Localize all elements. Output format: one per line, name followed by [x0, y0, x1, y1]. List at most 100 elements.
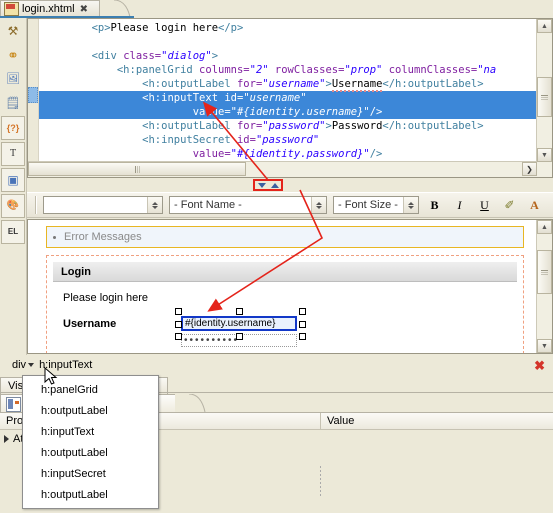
code-line-6[interactable]: <h:inputText id="username" [39, 91, 536, 105]
menu-item-outputlabel-2[interactable]: h:outputLabel [23, 442, 158, 463]
bold-button[interactable]: B [425, 196, 444, 215]
xhtml-file-icon [4, 2, 19, 16]
link-chain-icon[interactable]: ⚭ [2, 44, 24, 66]
visual-scroll-up-icon[interactable]: ▲ [537, 220, 552, 234]
font-name-value: - Font Name - [174, 199, 242, 211]
breadcrumb-item-div[interactable]: div [12, 359, 35, 371]
code-line-4[interactable]: <h:panelGrid columns="2" rowClasses="pro… [39, 63, 536, 77]
resize-handle-w[interactable] [175, 321, 182, 328]
close-editor-icon[interactable]: ✖ [534, 358, 545, 374]
source-hscroll-thumb[interactable] [28, 162, 246, 176]
highlight-color-button[interactable]: ✐ [500, 196, 519, 215]
intro-paragraph: Please login here [63, 292, 149, 304]
code-line-5[interactable]: <h:outputLabel for="username">Username</… [39, 77, 536, 92]
code-line-10[interactable]: value="#{identity.password}"/> [39, 147, 536, 161]
login-panel-title: Login [61, 265, 91, 278]
code-line-2[interactable] [39, 35, 536, 49]
resize-handle-n[interactable] [236, 308, 243, 315]
insert-form-icon[interactable]: 🗒 [2, 92, 24, 114]
tab-curve-decoration [100, 0, 134, 17]
username-field-wrapper[interactable]: #{identity.username} [175, 308, 306, 340]
selection-gutter-marker [28, 87, 38, 103]
bullet-icon [53, 235, 56, 239]
visual-editor-pane[interactable]: Error Messages Login Please login here U… [27, 219, 553, 354]
toolbar-divider [35, 196, 37, 214]
underline-button[interactable]: U [475, 196, 494, 215]
menu-item-outputlabel-1[interactable]: h:outputLabel [23, 400, 158, 421]
resize-handle-s[interactable] [236, 333, 243, 340]
visual-editor-left-toolbar: ⚒ ⚭ 🖼 🗒 {?} T ▣ 🎨 EL [0, 18, 27, 355]
expand-triangle-icon[interactable] [4, 434, 9, 443]
resize-handle-e[interactable] [299, 321, 306, 328]
insert-panel-glyph: ▣ [7, 173, 19, 187]
resize-handle-ne[interactable] [299, 308, 306, 315]
dialog-div[interactable]: Login Please login here Username #{ident… [46, 255, 524, 353]
insert-el-glyph: EL [7, 227, 19, 236]
source-code-area[interactable]: <p>Please login here</p> <div class="dia… [39, 19, 536, 161]
login-form-body: Please login here Username #{identity.us… [53, 282, 517, 347]
source-editor-pane[interactable]: <p>Please login here</p> <div class="dia… [27, 18, 553, 178]
scroll-up-icon[interactable]: ▲ [537, 19, 552, 33]
visual-vertical-scrollbar[interactable]: ▲ ▼ [536, 220, 552, 353]
collapse-up-icon[interactable] [270, 182, 279, 188]
insert-text-icon[interactable]: T [1, 142, 25, 166]
code-line-7[interactable]: value="#{identity.username}"/> [39, 105, 536, 119]
chevron-down-icon[interactable] [28, 362, 35, 367]
italic-button[interactable]: I [450, 196, 469, 215]
password-row: •••••••••• [63, 331, 517, 347]
source-horizontal-scrollbar[interactable]: ❯ [28, 161, 537, 177]
insert-palette-icon[interactable]: 🎨 [1, 194, 25, 218]
insert-palette-glyph: 🎨 [6, 200, 20, 211]
source-vertical-scrollbar[interactable]: ▲ ▼ [536, 19, 552, 162]
code-line-1[interactable]: <p>Please login here</p> [39, 21, 536, 35]
scroll-down-icon[interactable]: ▼ [537, 148, 552, 162]
code-line-8[interactable]: <h:outputLabel for="password">Password</… [39, 119, 536, 133]
column-grid-line [320, 466, 321, 496]
font-size-spinner-icon[interactable] [403, 197, 418, 213]
menu-item-inputtext[interactable]: h:inputText [23, 421, 158, 442]
editor-sash[interactable] [27, 179, 553, 191]
collapse-down-icon[interactable] [257, 182, 266, 188]
font-name-spinner-icon[interactable] [311, 197, 326, 213]
font-color-button[interactable]: A [525, 196, 544, 215]
tools-hammer-wrench-icon[interactable]: ⚒ [2, 20, 24, 42]
menu-item-outputlabel-3[interactable]: h:outputLabel [23, 484, 158, 505]
visual-vscroll-thumb[interactable] [537, 250, 552, 294]
column-header-value[interactable]: Value [321, 413, 553, 430]
source-code-lines: <p>Please login here</p> <div class="dia… [39, 19, 536, 161]
scroll-right-icon[interactable]: ❯ [522, 162, 537, 176]
resize-handle-nw[interactable] [175, 308, 182, 315]
insert-image-glyph: 🖼 [6, 72, 20, 85]
style-class-spinner-icon[interactable] [147, 197, 162, 213]
insert-text-glyph: T [9, 148, 17, 159]
breadcrumb-dropdown-menu[interactable]: h:panelGrid h:outputLabel h:inputText h:… [22, 375, 159, 509]
insert-el-expression-icon[interactable]: EL [1, 220, 25, 244]
insert-image-icon[interactable]: 🖼 [2, 68, 24, 90]
editor-tab-strip: login.xhtml ✖ [0, 0, 553, 18]
close-icon[interactable]: ✖ [80, 4, 88, 15]
properties-tab-curve [175, 394, 209, 413]
username-row: Username #{identity.username} [63, 308, 517, 340]
resize-handle-se[interactable] [299, 333, 306, 340]
mouse-cursor [44, 367, 58, 385]
resize-handle-sw[interactable] [175, 333, 182, 340]
insert-panel-icon[interactable]: ▣ [1, 168, 25, 192]
code-line-9[interactable]: <h:inputSecret id="password" [39, 133, 536, 147]
username-input[interactable]: #{identity.username} [181, 316, 297, 331]
login-panel-header: Login [53, 262, 517, 282]
code-line-3[interactable]: <div class="dialog"> [39, 49, 536, 63]
font-name-combo[interactable]: - Font Name - [169, 196, 327, 214]
menu-item-inputsecret[interactable]: h:inputSecret [23, 463, 158, 484]
username-label: Username [63, 317, 117, 330]
style-class-combo[interactable] [43, 196, 163, 214]
source-editor-gutter[interactable] [28, 19, 39, 177]
insert-tag-icon[interactable]: {?} [1, 116, 25, 140]
visual-canvas[interactable]: Error Messages Login Please login here U… [28, 220, 536, 353]
editor-tab-login-xhtml[interactable]: login.xhtml ✖ [0, 0, 100, 17]
editor-tab-label: login.xhtml [22, 3, 75, 15]
visual-scroll-down-icon[interactable]: ▼ [537, 339, 552, 353]
error-messages-label: Error Messages [64, 231, 142, 243]
font-size-combo[interactable]: - Font Size - [333, 196, 419, 214]
source-vscroll-thumb[interactable] [537, 77, 552, 117]
error-messages-box: Error Messages [46, 226, 524, 248]
